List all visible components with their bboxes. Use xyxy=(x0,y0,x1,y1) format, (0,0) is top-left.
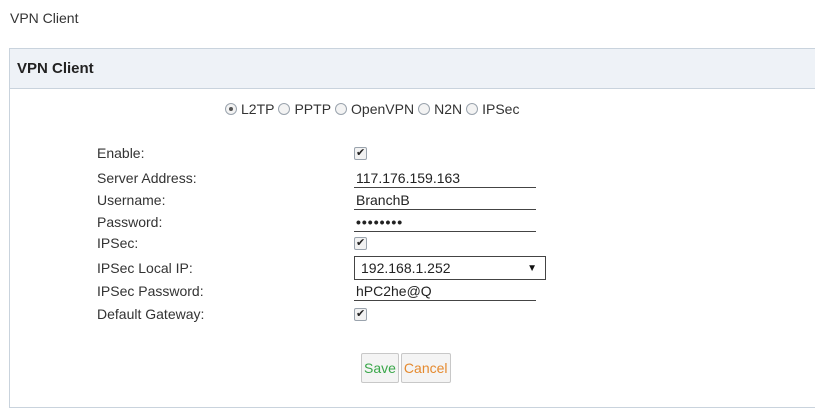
radio-icon[interactable] xyxy=(335,103,348,115)
protocol-option-n2n[interactable]: N2N xyxy=(418,101,462,117)
ipsec-label: IPSec: xyxy=(97,235,139,251)
default-gateway-checkbox[interactable] xyxy=(354,307,367,321)
panel-header: VPN Client xyxy=(10,49,815,89)
protocol-selector: L2TP PPTP OpenVPN N2N IPSec xyxy=(225,101,523,117)
protocol-label: L2TP xyxy=(241,101,275,117)
server-address-label: Server Address: xyxy=(97,170,197,186)
username-label: Username: xyxy=(97,192,166,208)
save-button[interactable]: Save xyxy=(361,353,399,383)
radio-icon[interactable] xyxy=(278,103,291,115)
form-row-password: Password: xyxy=(97,212,557,232)
server-address-field[interactable] xyxy=(354,168,536,188)
protocol-label: IPSec xyxy=(482,101,520,117)
form-actions: Save Cancel xyxy=(361,353,451,383)
username-field[interactable] xyxy=(354,190,536,210)
ipsec-password-label: IPSec Password: xyxy=(97,283,204,299)
form-row-server-address: Server Address: xyxy=(97,168,557,188)
protocol-label: N2N xyxy=(434,101,463,117)
protocol-option-pptp[interactable]: PPTP xyxy=(278,101,331,117)
protocol-option-ipsec[interactable]: IPSec xyxy=(466,101,519,117)
default-gateway-label: Default Gateway: xyxy=(97,306,205,322)
ipsec-checkbox[interactable] xyxy=(354,236,367,250)
protocol-option-openvpn[interactable]: OpenVPN xyxy=(335,101,414,117)
form-row-ipsec-password: IPSec Password: xyxy=(97,281,557,301)
radio-icon[interactable] xyxy=(418,103,431,115)
vpn-client-panel: VPN Client L2TP PPTP OpenVPN N2N IPSec E… xyxy=(9,48,815,408)
radio-icon[interactable] xyxy=(466,103,479,115)
protocol-label: OpenVPN xyxy=(351,101,415,117)
ipsec-local-ip-value: 192.168.1.252 xyxy=(361,260,451,276)
cancel-button[interactable]: Cancel xyxy=(400,353,451,383)
form-row-username: Username: xyxy=(97,190,557,210)
form-row-default-gateway: Default Gateway: xyxy=(97,304,557,324)
radio-icon[interactable] xyxy=(225,103,237,115)
protocol-label: PPTP xyxy=(294,101,332,117)
form-row-enable: Enable: xyxy=(97,143,557,163)
protocol-option-l2tp[interactable]: L2TP xyxy=(225,101,274,117)
ipsec-local-ip-label: IPSec Local IP: xyxy=(97,260,193,276)
ipsec-password-field[interactable] xyxy=(354,281,536,301)
form-row-ipsec: IPSec: xyxy=(97,233,557,253)
enable-checkbox[interactable] xyxy=(354,146,367,160)
page-title: VPN Client xyxy=(10,10,79,26)
password-label: Password: xyxy=(97,214,163,230)
ipsec-local-ip-select[interactable]: 192.168.1.252 ▼ xyxy=(354,256,546,280)
password-field[interactable] xyxy=(354,212,536,232)
dropdown-arrow-icon: ▼ xyxy=(527,262,537,274)
enable-label: Enable: xyxy=(97,145,145,161)
form-row-ipsec-local-ip: IPSec Local IP: 192.168.1.252 ▼ xyxy=(97,255,557,281)
